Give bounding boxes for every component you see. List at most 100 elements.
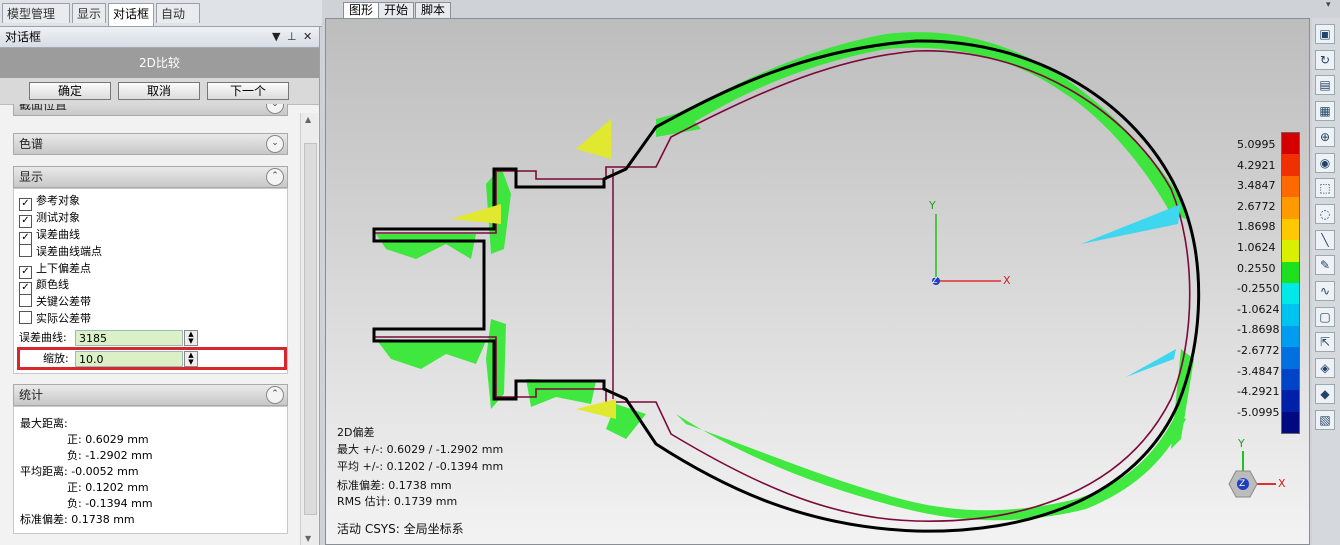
color-scale-segment xyxy=(1282,390,1299,412)
color-scale-segment xyxy=(1282,325,1299,348)
section-spectrum[interactable]: 色谱 ⌄ xyxy=(13,133,288,155)
color-scale-label: -2.6772 xyxy=(1237,344,1280,357)
option-label: 测试对象 xyxy=(36,211,80,224)
cancel-button[interactable]: 取消 xyxy=(118,82,200,100)
section-display[interactable]: 显示 ⌃ xyxy=(13,166,288,188)
chevron-down-icon[interactable]: ⌄ xyxy=(266,104,284,114)
view-cube-icon[interactable]: ▣ xyxy=(1315,24,1335,44)
scroll-down-icon[interactable]: ▼ xyxy=(305,534,311,543)
option-label: 实际公差带 xyxy=(36,312,91,325)
next-button[interactable]: 下一个 xyxy=(207,82,289,100)
tab-dialog[interactable]: 对话框 xyxy=(108,3,154,26)
section-partial-clip: 截面位置 ⌄ xyxy=(13,104,288,122)
layers-icon[interactable]: ▦ xyxy=(1315,101,1335,122)
option-row[interactable]: 实际公差带 xyxy=(19,311,91,327)
ok-button[interactable]: 确定 xyxy=(29,82,111,100)
tab-start[interactable]: 开始 xyxy=(378,2,415,18)
panel-scrollbar[interactable]: ▲ ▼ xyxy=(300,113,318,545)
tool-a-icon[interactable]: ◈ xyxy=(1315,358,1335,379)
scroll-up-icon[interactable]: ▲ xyxy=(305,115,311,124)
option-row[interactable]: 误差曲线端点 xyxy=(19,244,102,260)
stat-avg-pos: 正: 0.1202 mm xyxy=(67,481,149,494)
select-rect-icon[interactable]: ⬚ xyxy=(1315,178,1335,199)
stat-std: 标准偏差: 0.1738 mm xyxy=(20,513,135,526)
section-stats[interactable]: 统计 ⌃ xyxy=(13,384,288,406)
yellow-spike xyxy=(576,119,611,159)
gizmo-y-label: Y xyxy=(1238,437,1245,450)
view-menu-icon[interactable]: ▾ xyxy=(1326,0,1331,10)
color-scale-segment xyxy=(1282,154,1299,176)
option-row[interactable]: ✓ 上下偏差点 xyxy=(19,261,91,279)
scale-spinner[interactable]: ▲ ▼ xyxy=(184,351,198,367)
arrow-select-icon[interactable]: ⇱ xyxy=(1315,332,1335,353)
front-view-icon[interactable]: ▤ xyxy=(1315,75,1335,96)
close-icon[interactable]: ✕ xyxy=(303,27,312,47)
option-row[interactable]: ✓ 测试对象 xyxy=(19,210,80,228)
chevron-down-icon[interactable]: ⌄ xyxy=(266,135,284,153)
color-scale-bar xyxy=(1281,132,1300,434)
color-map-icon[interactable]: ◉ xyxy=(1315,152,1335,173)
color-scale-label: 1.8698 xyxy=(1237,220,1276,234)
panel-title: 对话框 xyxy=(5,30,42,44)
info-rms: RMS 估计: 0.1739 mm xyxy=(337,495,458,508)
color-scale-segment xyxy=(1282,283,1299,305)
tab-display[interactable]: 显示 xyxy=(72,3,106,23)
scroll-thumb[interactable] xyxy=(304,143,317,515)
color-scale-segment xyxy=(1282,411,1299,433)
color-scale-label: -0.2550 xyxy=(1237,282,1280,296)
chevron-up-icon[interactable]: ⌃ xyxy=(266,386,284,404)
color-scale-label: 2.6772 xyxy=(1237,199,1276,213)
tool-c-icon[interactable]: ▧ xyxy=(1315,409,1335,430)
csys-y-label: Y xyxy=(929,199,936,212)
option-row[interactable]: ✓ 颜色线 xyxy=(19,277,69,295)
stat-avg-neg: 负: -0.1394 mm xyxy=(67,497,153,510)
scale-label: 缩放: xyxy=(43,352,69,365)
tab-automation[interactable]: 自动化 xyxy=(156,3,200,41)
color-scale-label: -1.8698 xyxy=(1237,323,1280,337)
checkbox-unchecked-icon[interactable] xyxy=(19,294,32,307)
dialog-title: 2D比较 xyxy=(0,48,319,78)
option-label: 误差曲线端点 xyxy=(36,245,102,258)
display-options-body: ✓ 参考对象 ✓ 测试对象 ✓ 误差曲线 误差曲线端点 ✓ 上下偏差点 ✓ 颜色线 关键公… xyxy=(13,188,288,374)
option-row[interactable]: 关键公差带 xyxy=(19,294,91,310)
polygon-select-icon[interactable]: ▢ xyxy=(1315,306,1335,327)
dialog-button-row: 确定 取消 下一个 xyxy=(0,78,319,105)
checkbox-unchecked-icon[interactable] xyxy=(19,244,32,257)
section-slice-position[interactable]: 截面位置 ⌄ xyxy=(13,104,288,116)
stat-max-neg: 负: -1.2902 mm xyxy=(67,449,153,462)
error-curve-row: 误差曲线: xyxy=(19,329,67,347)
rotate-icon[interactable]: ↻ xyxy=(1315,49,1335,70)
color-scale-label: 0.2550 xyxy=(1237,261,1276,275)
scale-input[interactable]: 10.0 xyxy=(75,351,183,367)
left-tab-strip: 模型管理器 显示 对话框 自动化 xyxy=(0,0,322,41)
cyan-spike xyxy=(1081,204,1181,244)
color-scale-label: 3.4847 xyxy=(1237,179,1276,193)
tab-script[interactable]: 脚本 xyxy=(415,2,452,18)
line-tool-icon[interactable]: ╲ xyxy=(1315,229,1335,250)
option-row[interactable]: ✓ 参考对象 xyxy=(19,193,80,211)
error-curve-spinner[interactable]: ▲ ▼ xyxy=(184,330,198,346)
select-lasso-icon[interactable]: ◌ xyxy=(1315,203,1335,224)
checkbox-unchecked-icon[interactable] xyxy=(19,311,32,324)
color-scale-segment xyxy=(1282,197,1299,219)
color-scale-segment xyxy=(1282,133,1299,155)
color-scale-segment xyxy=(1282,240,1299,262)
error-curve-input[interactable]: 3185 xyxy=(75,330,183,346)
chevron-up-icon[interactable]: ⌃ xyxy=(266,168,284,186)
coordinate-axes xyxy=(932,214,1001,285)
pin-icon[interactable]: ⊥ xyxy=(287,27,297,47)
option-row[interactable]: ✓ 误差曲线 xyxy=(19,227,80,245)
zoom-icon[interactable]: ⊕ xyxy=(1315,126,1335,147)
option-label: 关键公差带 xyxy=(36,295,91,308)
section-slice-label: 截面位置 xyxy=(19,104,68,112)
panel-menu-icon[interactable]: ▼ xyxy=(272,27,280,47)
tab-model-manager[interactable]: 模型管理器 xyxy=(2,3,70,41)
info-max: 最大 +/-: 0.6029 / -1.2902 mm xyxy=(337,443,504,456)
info-avg: 平均 +/-: 0.1202 / -0.1394 mm xyxy=(337,460,504,473)
tab-graphics[interactable]: 图形 xyxy=(343,2,380,18)
curve-icon[interactable]: ∿ xyxy=(1315,281,1335,301)
brush-icon[interactable]: ✎ xyxy=(1315,255,1335,276)
graphics-viewport[interactable]: Y X Z Y X Z 5.0995 4.2921 3.4847 2.6772 1.86… xyxy=(325,18,1310,545)
tool-b-icon[interactable]: ◆ xyxy=(1315,383,1335,404)
dialog-panel: 对话框 ▼ ⊥ ✕ 2D比较 确定 取消 下一个 ▲ ▼ 截面位置 ⌄ 色谱 ⌄… xyxy=(0,27,320,545)
